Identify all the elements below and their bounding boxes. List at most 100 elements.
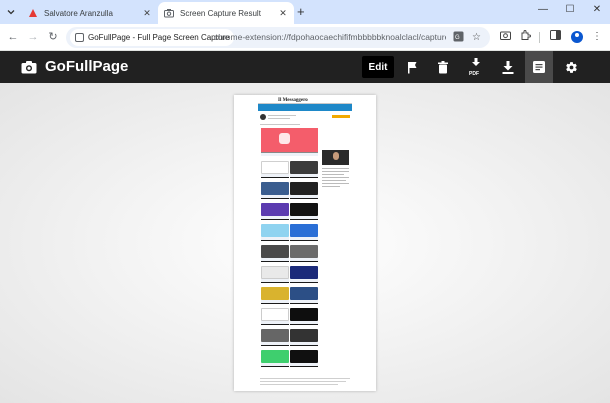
reload-icon[interactable]: ↻ <box>46 30 60 44</box>
extension-page-icon <box>75 33 84 42</box>
captured-footer-text <box>260 384 338 385</box>
captured-sidebar-text <box>322 168 349 169</box>
screenshot-icon[interactable] <box>498 30 512 44</box>
app-title: GoFullPage <box>45 58 129 75</box>
captured-text-line <box>268 118 290 119</box>
captured-thumbnail-caption <box>290 279 318 283</box>
download-icon <box>502 60 514 74</box>
download-pdf-icon <box>472 58 480 66</box>
captured-thumbnail <box>290 161 318 174</box>
translate-icon[interactable]: G <box>452 31 465 44</box>
captured-sidebar-text <box>322 171 349 172</box>
forward-icon[interactable]: → <box>26 30 40 44</box>
captured-thumbnail-caption <box>261 174 289 178</box>
captured-thumbnail-caption <box>261 342 289 346</box>
captured-thumbnail <box>261 245 289 258</box>
extensions-icon[interactable] <box>518 30 532 44</box>
captured-sidebar-text <box>322 183 349 184</box>
flag-button[interactable] <box>398 51 426 83</box>
captured-thumbnail <box>261 308 289 321</box>
extension-chip[interactable]: GoFullPage - Full Page Screen Capture <box>70 29 235 46</box>
tab-aranzulla[interactable]: Salvatore Aranzulla ✕ <box>22 2 158 24</box>
captured-thumbnail <box>290 266 318 279</box>
captured-thumbnail <box>290 329 318 342</box>
delete-button[interactable] <box>429 51 457 83</box>
captured-thumbnail <box>261 329 289 342</box>
captured-thumbnail-caption <box>290 195 318 199</box>
captured-thumbnail-caption <box>290 258 318 262</box>
tab-strip: Salvatore Aranzulla ✕ Screen Capture Res… <box>0 0 610 24</box>
download-pdf-button[interactable] <box>462 51 490 83</box>
download-button[interactable] <box>494 51 522 83</box>
close-icon[interactable]: ✕ <box>142 8 152 19</box>
settings-button[interactable] <box>557 51 585 83</box>
app-header: GoFullPage Edit PDF <box>0 51 610 83</box>
camera-icon <box>21 61 37 74</box>
captured-thumbnail <box>261 224 289 237</box>
svg-text:G: G <box>455 35 460 41</box>
captured-thumbnail-caption <box>261 363 289 367</box>
captured-thumbnail <box>290 203 318 216</box>
captured-sidebar-text <box>322 180 346 181</box>
pdf-label: PDF <box>469 71 479 77</box>
captured-thumbnail-caption <box>261 300 289 304</box>
captured-sidebar-text <box>322 177 349 178</box>
captured-thumbnail <box>261 161 289 174</box>
captured-thumbnail-caption <box>290 237 318 241</box>
captured-sidebar-text <box>322 186 340 187</box>
menu-dots-icon[interactable]: ⋮ <box>590 30 604 44</box>
captured-footer-text <box>260 378 350 379</box>
tab-screen-capture[interactable]: Screen Capture Result ✕ <box>158 2 294 24</box>
profile-icon[interactable] <box>571 31 583 43</box>
extension-chip-label: GoFullPage - Full Page Screen Capture <box>88 33 230 42</box>
trash-icon <box>438 60 448 73</box>
captured-sidebar-face <box>333 152 339 160</box>
gear-icon <box>565 61 577 73</box>
captured-author-avatar <box>260 114 266 120</box>
captured-thumbnail <box>261 203 289 216</box>
captured-thumbnail <box>290 182 318 195</box>
flag-icon <box>407 61 416 73</box>
captured-thumbnail-caption <box>261 258 289 262</box>
close-icon[interactable]: ✕ <box>278 8 288 19</box>
music-note-icon <box>279 133 290 144</box>
address-bar[interactable]: GoFullPage - Full Page Screen Capture ch… <box>66 27 490 48</box>
captured-thumbnail <box>261 266 289 279</box>
captured-ad-banner <box>332 115 350 118</box>
captured-thumbnail-caption <box>290 321 318 325</box>
captured-page-nav-bar <box>258 104 352 111</box>
tab-search-button[interactable] <box>4 5 18 19</box>
star-icon[interactable]: ☆ <box>470 31 483 44</box>
captured-thumbnail-caption <box>290 363 318 367</box>
edit-button[interactable]: Edit <box>362 56 394 78</box>
maximize-icon[interactable]: ☐ <box>563 4 577 15</box>
camera-icon <box>164 9 174 18</box>
notes-button[interactable] <box>525 51 553 83</box>
captured-thumbnail <box>290 224 318 237</box>
captured-thumbnail <box>261 182 289 195</box>
captured-thumbnail-caption <box>261 195 289 199</box>
captured-sidebar-text <box>322 174 344 175</box>
url-text[interactable]: chrome-extension://fdpohaocaechififmbbbb… <box>214 32 446 42</box>
captured-thumbnail-caption <box>290 174 318 178</box>
aranzulla-logo-icon <box>29 9 37 17</box>
notes-icon <box>533 61 545 73</box>
captured-thumbnail-caption <box>290 342 318 346</box>
plus-icon[interactable]: + <box>297 4 305 20</box>
captured-thumbnail <box>290 350 318 363</box>
browser-toolbar: ← → ↻ GoFullPage - Full Page Screen Capt… <box>0 24 610 51</box>
capture-preview-area: Il Messaggero <box>0 83 610 403</box>
captured-text-line <box>268 115 296 116</box>
back-icon[interactable]: ← <box>6 30 20 44</box>
tab-title: Salvatore Aranzulla <box>44 8 113 18</box>
close-window-icon[interactable]: ✕ <box>590 4 604 15</box>
captured-thumbnail-caption <box>261 237 289 241</box>
minimize-icon[interactable]: — <box>536 4 550 15</box>
captured-footer-text <box>260 381 346 382</box>
captured-thumbnail <box>261 287 289 300</box>
captured-thumbnail-caption <box>290 216 318 220</box>
chevron-down-icon <box>7 10 15 15</box>
side-panel-icon[interactable] <box>548 30 562 44</box>
captured-page-image[interactable]: Il Messaggero <box>234 95 376 391</box>
captured-thumbnail-caption <box>261 321 289 325</box>
